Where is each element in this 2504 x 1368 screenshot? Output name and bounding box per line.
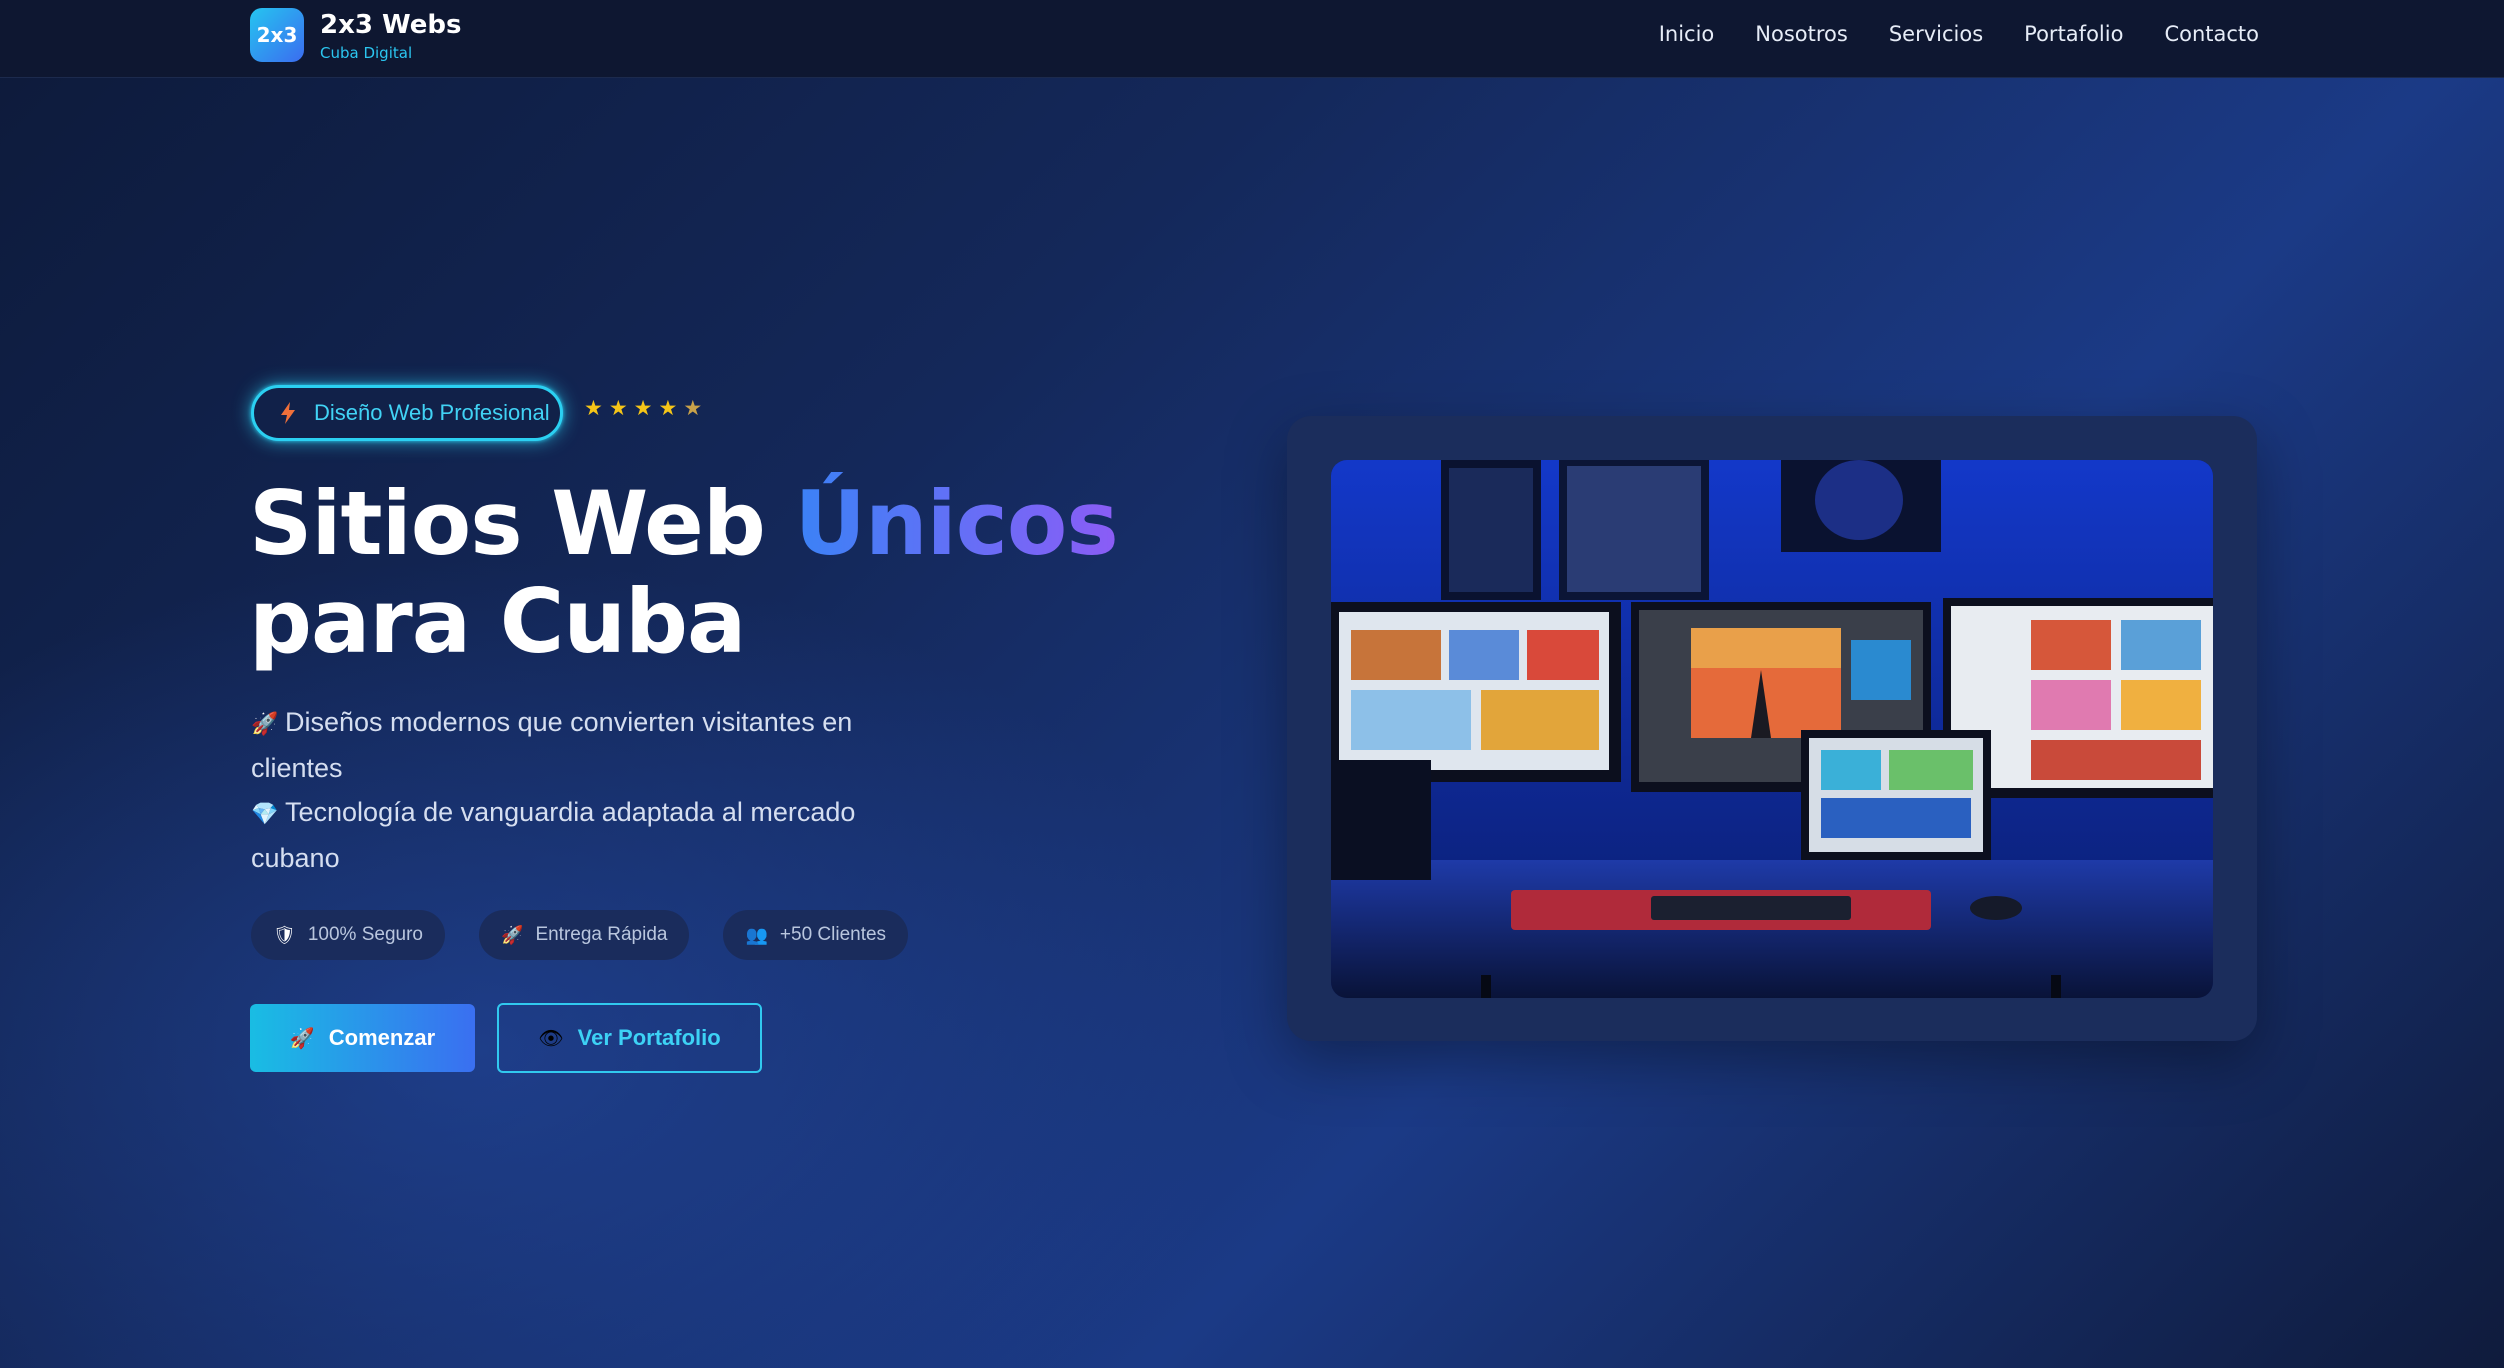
star-icon: ★ — [584, 396, 603, 420]
badge-label: Diseño Web Profesional — [314, 400, 550, 425]
logo-icon[interactable]: 2x3 — [250, 8, 304, 62]
people-icon: 👥 — [745, 924, 768, 946]
brand-tagline: Cuba Digital — [320, 44, 413, 62]
nav-link-portafolio[interactable]: Portafolio — [2024, 22, 2123, 46]
brand-name[interactable]: 2x3 Webs — [320, 10, 461, 40]
chip-clientes: 👥 +50 Clientes — [723, 910, 909, 960]
comenzar-button[interactable]: 🚀 Comenzar — [250, 1004, 475, 1072]
diamond-icon: 💎 — [251, 801, 279, 826]
star-icon: ★ — [683, 396, 703, 420]
nav-link-inicio[interactable]: Inicio — [1659, 22, 1715, 46]
hero-title-line2: para Cuba — [249, 570, 746, 673]
navbar: 2x3 2x3 Webs Cuba Digital Inicio Nosotro… — [0, 0, 2504, 78]
rocket-icon: 🚀 — [289, 1027, 315, 1050]
workstation-image — [1331, 460, 2213, 998]
bullet-text: Diseños modernos que convierten visitant… — [251, 707, 853, 783]
comenzar-button-label: Comenzar — [328, 1025, 436, 1050]
hero-title: Sitios Web Únicos para Cuba — [249, 475, 1149, 671]
ver-portafolio-button-label: Ver Portafolio — [577, 1025, 721, 1050]
hero-title-line1: Sitios Web — [249, 472, 766, 575]
ver-portafolio-button[interactable]: 👁 Ver Portafolio — [497, 1003, 762, 1073]
chip-label: 100% Seguro — [307, 924, 424, 945]
rocket-icon: 🚀 — [501, 924, 524, 946]
nav-links: Inicio Nosotros Servicios Portafolio Con… — [1659, 22, 2259, 46]
eye-icon: 👁 — [538, 1027, 564, 1050]
feature-chips: 🛡 100% Seguro 🚀 Entrega Rápida 👥 +50 Cli… — [251, 910, 909, 960]
bullet-item: 🚀 Diseños modernos que convierten visitan… — [251, 700, 891, 790]
chip-label: +50 Clientes — [779, 924, 887, 945]
star-icon: ★ — [633, 396, 653, 420]
hero-bullets: 🚀 Diseños modernos que convierten visitan… — [251, 700, 891, 880]
nav-link-contacto[interactable]: Contacto — [2164, 22, 2259, 46]
chip-label: Entrega Rápida — [535, 924, 668, 945]
rocket-icon: 🚀 — [251, 711, 279, 736]
chip-seguro: 🛡 100% Seguro — [251, 910, 446, 960]
star-icon: ★ — [608, 396, 628, 420]
nav-link-servicios[interactable]: Servicios — [1889, 22, 1983, 46]
hero-image-card — [1287, 416, 2257, 1041]
lightning-icon — [281, 402, 295, 424]
workstation-illustration — [1331, 460, 2213, 998]
star-rating: ★ ★ ★ ★ ★ — [584, 398, 702, 419]
hero-badge: Diseño Web Profesional — [251, 385, 563, 441]
bullet-text: Tecnología de vanguardia adaptada al mer… — [251, 797, 856, 873]
bullet-item: 💎 Tecnología de vanguardia adaptada al me… — [251, 790, 891, 880]
nav-link-nosotros[interactable]: Nosotros — [1755, 22, 1848, 46]
hero-title-accent: Únicos — [794, 472, 1119, 575]
shield-icon: 🛡 — [273, 924, 296, 946]
star-icon: ★ — [658, 396, 678, 420]
chip-entrega: 🚀 Entrega Rápida — [479, 910, 690, 960]
